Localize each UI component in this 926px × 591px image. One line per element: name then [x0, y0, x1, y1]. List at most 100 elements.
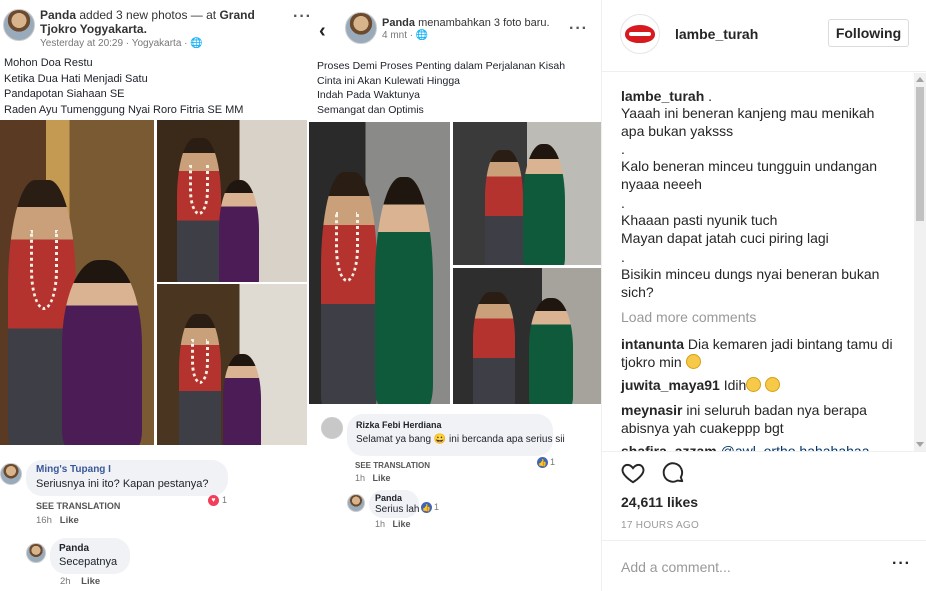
like-reaction-icon: 👍: [537, 457, 548, 468]
fb-caption-line: Cinta ini Akan Kulewati Hingga: [317, 74, 461, 87]
reply-time: 1h: [375, 519, 386, 529]
fb-caption-line: Raden Ayu Tumenggung Nyai Roro Fitria SE…: [4, 103, 244, 116]
comment-text: @awl_ortho hahahahaa: [720, 443, 870, 452]
like-link: Like: [372, 473, 391, 483]
fb-comment-bubble: Rizka Febi Herdiana Selamat ya bang 😀 in…: [347, 414, 565, 456]
caption-username[interactable]: lambe_turah: [621, 88, 704, 104]
comment-text: tjokro min: [621, 354, 682, 370]
wedding-photo: [157, 284, 307, 445]
fb-author: Panda: [382, 17, 416, 29]
caption: lambe_turah .: [621, 87, 712, 105]
more-options-icon[interactable]: ···: [892, 555, 911, 573]
comment-item: shafira_azzam @awl_ortho hahahahaa: [621, 442, 870, 452]
commenter-name: Ming's Tupang I: [36, 464, 111, 475]
fb-timestamp: 4 mnt · 🌐: [382, 30, 428, 41]
fb-action: menambahkan 3 foto baru.: [415, 17, 550, 29]
post-sidebar: lambe_turah Following lambe_turah . Yaaa…: [601, 0, 926, 591]
caption-text: nyaaa neeeh: [621, 176, 702, 192]
comment-username[interactable]: intanunta: [621, 336, 684, 352]
fb-caption-line: Pandapotan Siahaan SE: [4, 88, 125, 100]
see-translation-link: SEE TRANSLATION: [36, 501, 121, 511]
caption-text: apa bukan yaksss: [621, 123, 734, 139]
heart-icon[interactable]: [620, 460, 646, 486]
fb-caption-line: Ketika Dua Hati Menjadi Satu: [4, 72, 148, 85]
fb-caption-line: Mohon Doa Restu: [4, 57, 93, 69]
comment-text: Idih: [723, 377, 747, 393]
profile-username[interactable]: lambe_turah: [675, 26, 758, 42]
back-arrow-icon: ‹: [319, 20, 326, 42]
scroll-down-icon[interactable]: [916, 442, 924, 447]
comment-text: abisnya yah cuakeppp bgt: [621, 420, 784, 436]
comments-list[interactable]: lambe_turah . Yaaah ini beneran kanjeng …: [602, 73, 926, 452]
comment-text: Selamat ya bang 😀 ini bercanda apa seriu…: [356, 434, 565, 445]
caption-text: Yaaah ini beneran kanjeng mau menikah: [621, 105, 875, 121]
reply-name: Panda: [59, 543, 90, 554]
fb-avatar: [345, 12, 377, 44]
fb-time-text: 4 mnt ·: [382, 30, 416, 41]
fb-author: Panda: [40, 8, 77, 22]
post-image[interactable]: Panda added 3 new photos — at Grand Tjok…: [0, 0, 601, 591]
fb-comment-bubble: Ming's Tupang I Seriusnya ini ito? Kapan…: [26, 460, 228, 496]
comment-item: meynasir ini seluruh badan nya berapa: [621, 401, 867, 419]
wedding-photo: [453, 122, 601, 265]
wedding-photo: [157, 120, 307, 282]
profile-avatar[interactable]: [620, 14, 660, 54]
comment-username[interactable]: meynasir: [621, 402, 682, 418]
like-link: Like: [81, 576, 101, 587]
scroll-thumb[interactable]: [916, 87, 924, 221]
reply-text: Secepatnya: [59, 556, 118, 568]
reaction-count: 1: [222, 495, 228, 505]
like-reaction-icon: 👍: [421, 502, 432, 513]
reaction-count: 1: [550, 457, 556, 467]
globe-icon: 🌐: [190, 38, 203, 49]
more-icon: ···: [569, 20, 588, 37]
comment-item: tjokro min: [621, 353, 701, 371]
comment-icon[interactable]: [660, 460, 686, 486]
reply-text: Serius lah: [375, 504, 420, 515]
wedding-photo: [0, 120, 154, 445]
reply-name: Panda: [375, 493, 403, 503]
comment-text: Dia kemaren jadi bintang tamu di: [687, 336, 893, 352]
comment-text: Seriusnya ini ito? Kapan pestanya?: [36, 478, 209, 490]
fb-post-title: Panda added 3 new photos — at Grand Tjok…: [40, 8, 270, 36]
grimacing-emoji-icon: [685, 354, 701, 369]
reaction-count: 1: [434, 502, 440, 512]
laughing-emoji-icon: [765, 377, 781, 392]
fb-time-text: Yesterday at 20:29 · Yogyakarta ·: [40, 38, 191, 49]
commenter-avatar: [321, 417, 343, 439]
fb-post-header: Panda added 3 new photos — at Grand Tjok…: [3, 6, 311, 54]
see-translation-link: SEE TRANSLATION: [355, 461, 430, 470]
lips-logo-icon: [625, 25, 655, 43]
scroll-up-icon[interactable]: [916, 77, 924, 82]
globe-icon: 🌐: [415, 30, 429, 41]
comment-username[interactable]: shafira_azzam: [621, 443, 717, 451]
fb-avatar: [3, 9, 35, 41]
fb-caption: Mohon Doa Restu Ketika Dua Hati Menjadi …: [4, 56, 243, 118]
wedding-photo: [453, 268, 601, 404]
caption-text: .: [621, 249, 625, 265]
likes-count[interactable]: 24,611 likes: [621, 494, 698, 510]
commenter-name: Rizka Febi Herdiana: [356, 420, 442, 430]
like-link: Like: [392, 519, 411, 529]
following-button[interactable]: Following: [828, 19, 909, 47]
load-more-comments-link[interactable]: Load more comments: [621, 309, 756, 325]
caption-text: Kalo beneran minceu tungguin undangan: [621, 158, 878, 174]
caption-text: Khaaan pasti nyunik tuch: [621, 212, 778, 228]
comment-time: 16h: [36, 515, 52, 526]
comments-scrollbar[interactable]: [914, 73, 926, 451]
like-link: Like: [59, 515, 79, 526]
fb-caption-line: Semangat dan Optimis: [317, 103, 424, 116]
post-header: lambe_turah Following: [602, 0, 926, 72]
comment-time: 1h: [355, 473, 366, 483]
caption-text: Bisikin minceu dungs nyai beneran bukan: [621, 266, 880, 282]
comment-username[interactable]: juwita_maya91: [621, 377, 720, 393]
add-comment-bar: ···: [602, 540, 926, 591]
add-comment-input[interactable]: [621, 555, 871, 579]
caption-text: .: [621, 195, 625, 211]
post-timestamp[interactable]: 17 HOURS AGO: [621, 520, 699, 531]
reply-time: 2h: [60, 576, 71, 587]
laughing-emoji-icon: [746, 377, 762, 392]
comment-item: intanunta Dia kemaren jadi bintang tamu …: [621, 335, 893, 353]
comment-item: juwita_maya91 Idih: [621, 376, 781, 394]
caption-text: Mayan dapat jatah cuci piring lagi: [621, 230, 829, 246]
